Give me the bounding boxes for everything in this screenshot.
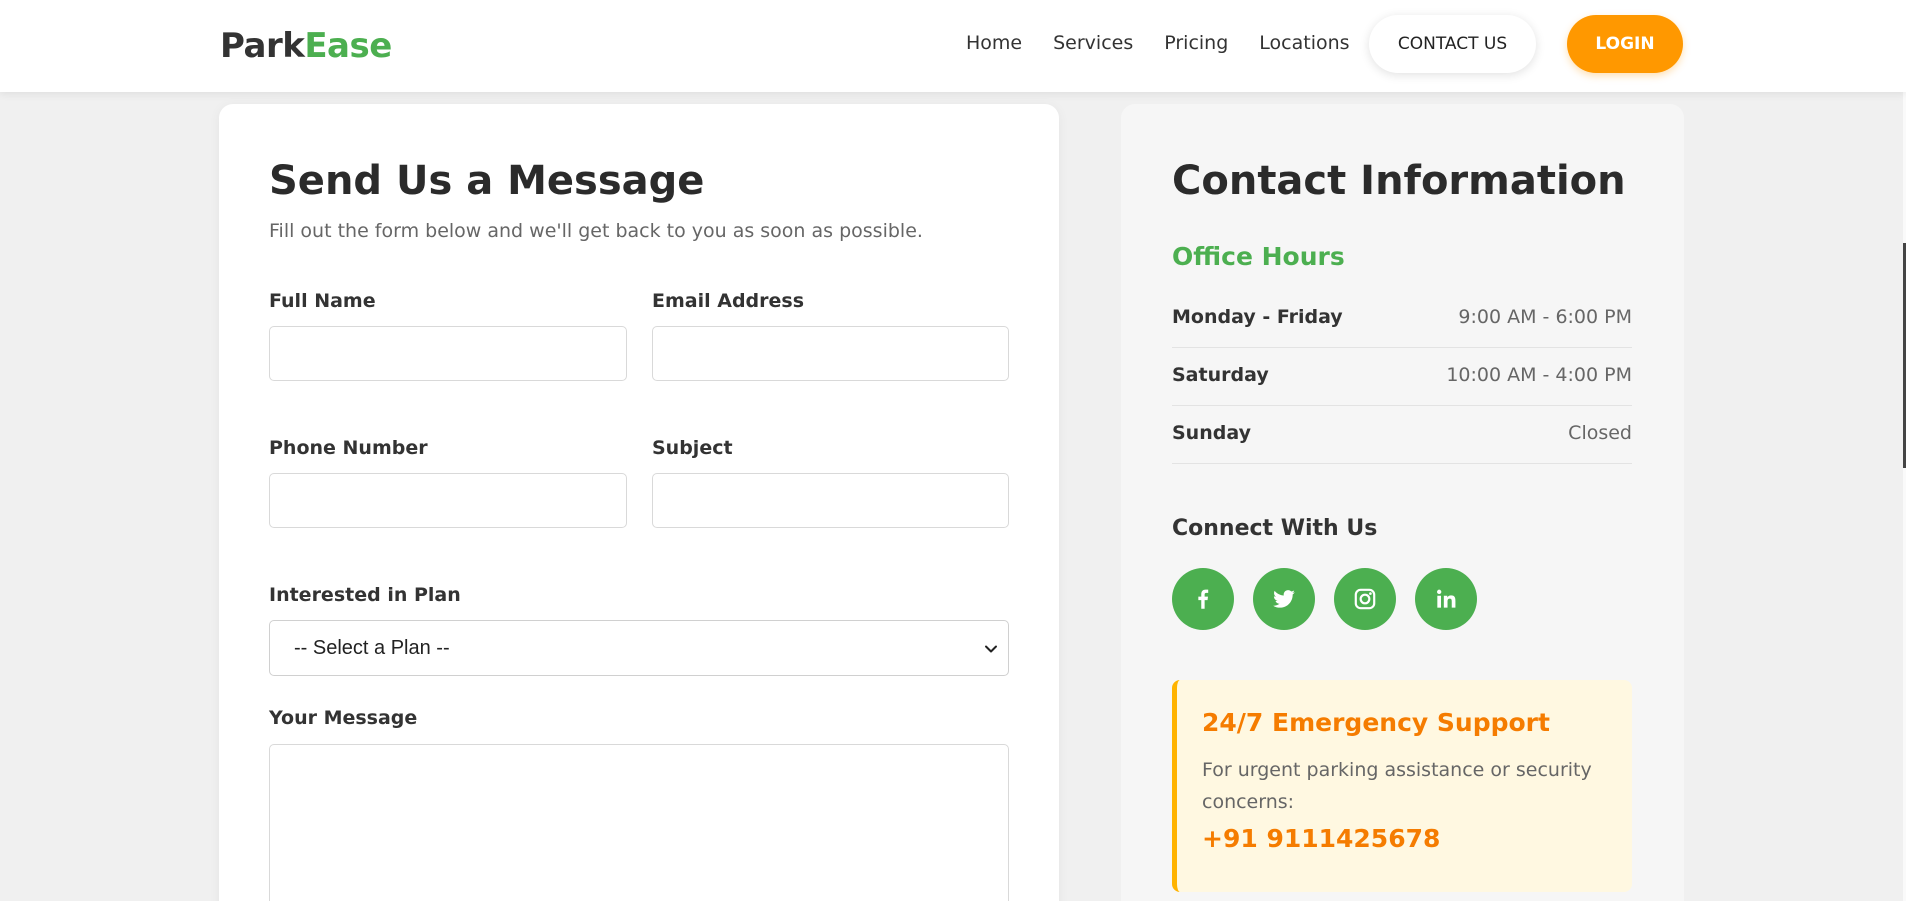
linkedin-button[interactable] [1415, 568, 1477, 630]
emergency-title: 24/7 Emergency Support [1202, 708, 1550, 737]
logo[interactable]: ParkEase [220, 26, 392, 66]
instagram-button[interactable] [1334, 568, 1396, 630]
facebook-button[interactable] [1172, 568, 1234, 630]
subject-label: Subject [652, 437, 733, 459]
office-hours-title: Office Hours [1172, 242, 1345, 271]
message-form-card: Send Us a Message Fill out the form belo… [219, 104, 1059, 901]
twitter-button[interactable] [1253, 568, 1315, 630]
social-links [1172, 568, 1477, 630]
info-title: Contact Information [1172, 158, 1626, 204]
email-input[interactable] [652, 326, 1009, 381]
hours-time: 9:00 AM - 6:00 PM [1458, 306, 1632, 328]
emergency-support-box: 24/7 Emergency Support For urgent parkin… [1172, 680, 1632, 892]
hours-day: Sunday [1172, 422, 1251, 444]
linkedin-icon [1437, 589, 1456, 608]
form-subtitle: Fill out the form below and we'll get ba… [269, 220, 923, 242]
email-label: Email Address [652, 290, 805, 312]
full-name-input[interactable] [269, 326, 627, 381]
facebook-icon [1198, 589, 1209, 609]
login-button[interactable]: LOGIN [1567, 15, 1683, 73]
nav-home[interactable]: Home [966, 32, 1022, 54]
twitter-icon [1273, 590, 1295, 608]
hours-day: Monday - Friday [1172, 306, 1343, 328]
instagram-icon [1354, 588, 1376, 610]
connect-title: Connect With Us [1172, 516, 1378, 541]
phone-input[interactable] [269, 473, 627, 528]
plan-select[interactable]: -- Select a Plan -- [269, 620, 1009, 676]
logo-part-ease: Ease [304, 26, 392, 66]
form-title: Send Us a Message [269, 158, 705, 204]
plan-selected-value: -- Select a Plan -- [294, 636, 450, 659]
nav-locations[interactable]: Locations [1259, 32, 1349, 54]
phone-label: Phone Number [269, 437, 428, 459]
hours-row: Sunday Closed [1172, 406, 1632, 464]
main-nav: Home Services Pricing Locations [966, 32, 1350, 54]
hours-day: Saturday [1172, 364, 1269, 386]
contact-us-button[interactable]: CONTACT US [1369, 15, 1536, 73]
emergency-text: For urgent parking assistance or securit… [1202, 759, 1592, 813]
hours-row: Monday - Friday 9:00 AM - 6:00 PM [1172, 290, 1632, 348]
site-header: ParkEase Home Services Pricing Locations… [0, 0, 1906, 92]
nav-pricing[interactable]: Pricing [1164, 32, 1228, 54]
hours-row: Saturday 10:00 AM - 4:00 PM [1172, 348, 1632, 406]
emergency-phone[interactable]: +91 9111425678 [1202, 824, 1440, 853]
plan-label: Interested in Plan [269, 584, 461, 606]
message-label: Your Message [269, 707, 418, 729]
full-name-label: Full Name [269, 290, 376, 312]
chevron-down-icon [985, 645, 997, 653]
hours-time: 10:00 AM - 4:00 PM [1446, 364, 1632, 386]
subject-input[interactable] [652, 473, 1009, 528]
nav-services[interactable]: Services [1053, 32, 1133, 54]
hours-time: Closed [1568, 422, 1632, 444]
message-textarea[interactable] [269, 744, 1009, 901]
logo-part-park: Park [220, 26, 305, 66]
contact-info-card: Contact Information Office Hours Monday … [1121, 104, 1684, 901]
